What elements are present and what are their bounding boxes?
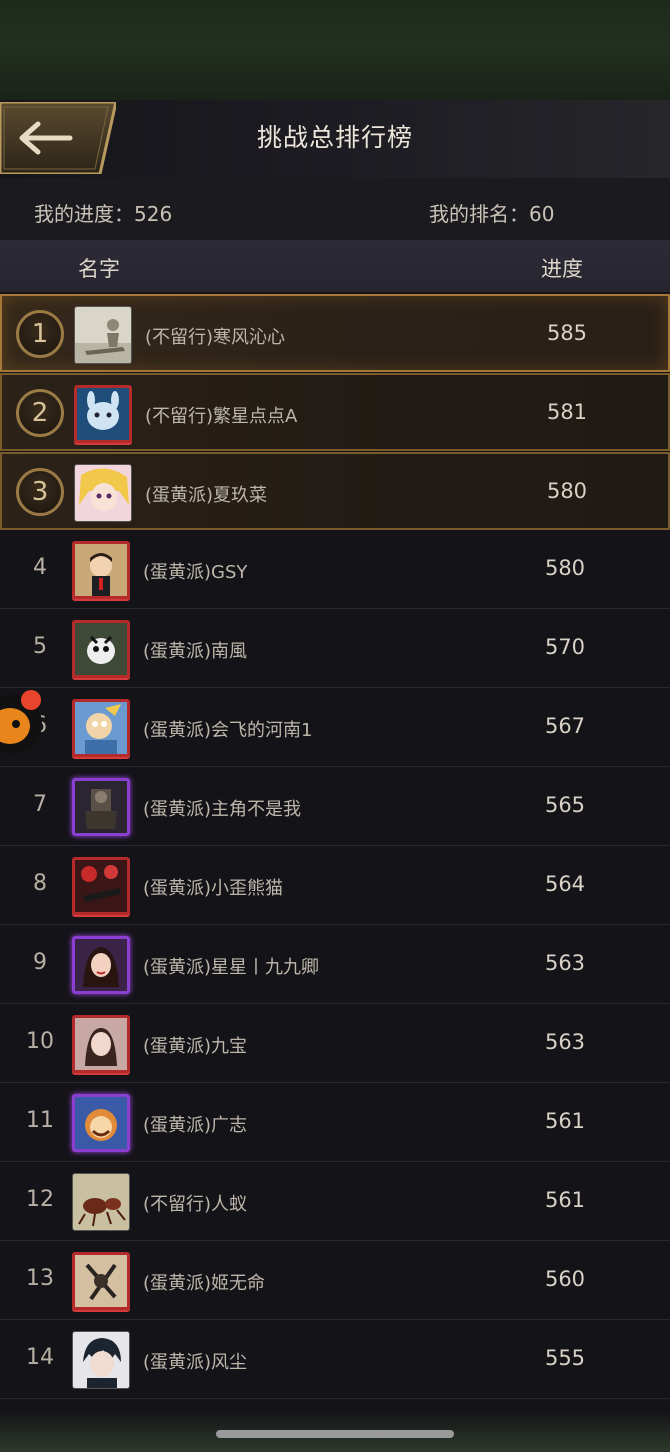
avatar (72, 1015, 130, 1073)
rank-number: 11 (26, 1108, 54, 1133)
player-name: (蛋黄派)广志 (143, 1115, 248, 1136)
rank-number: 12 (26, 1187, 54, 1212)
player-score: 580 (546, 479, 588, 503)
table-row[interactable]: 7 (蛋黄派)主角不是我 565 (0, 768, 670, 846)
rank-number: 13 (26, 1266, 54, 1291)
player-name: (蛋黄派)南風 (143, 641, 248, 662)
floating-assistant-icon (0, 690, 42, 754)
avatar (72, 1331, 130, 1389)
player-name: (不留行)寒风沁心 (145, 327, 286, 348)
rank-number: 9 (33, 950, 47, 975)
rank-number: 4 (33, 555, 47, 580)
player-name: (不留行)繁星点点A (145, 406, 298, 427)
player-score: 561 (544, 1109, 586, 1133)
column-header: 名字 进度 (0, 240, 670, 292)
rank-number: 5 (33, 634, 47, 659)
rank-number: 10 (26, 1029, 54, 1054)
player-score: 570 (544, 635, 586, 659)
rank-number: 7 (33, 792, 47, 817)
avatar (72, 857, 130, 915)
player-score: 560 (544, 1267, 586, 1291)
table-row[interactable]: 10 (蛋黄派)九宝 563 (0, 1005, 670, 1083)
table-row[interactable]: 14 (蛋黄派)风尘 555 (0, 1321, 670, 1399)
table-row[interactable]: 2 (不留行)繁星点点A 581 (0, 373, 670, 451)
rank-medal: 3 (16, 468, 64, 516)
rank-medal: 2 (16, 389, 64, 437)
page-title: 挑战总排行榜 (256, 123, 413, 152)
table-row[interactable]: 6 (蛋黄派)会飞的河南1 567 (0, 689, 670, 767)
top-background (0, 0, 670, 100)
player-score: 555 (544, 1346, 586, 1370)
player-score: 580 (544, 556, 586, 580)
avatar (72, 936, 130, 994)
my-rank-label: 我的排名： (429, 202, 529, 226)
floating-assistant-button[interactable] (0, 686, 52, 762)
player-score: 563 (544, 951, 586, 975)
player-name: (蛋黄派)主角不是我 (143, 799, 302, 820)
player-name: (蛋黄派)会飞的河南1 (143, 720, 313, 741)
player-score: 567 (544, 714, 586, 738)
player-score: 564 (544, 872, 586, 896)
player-score: 581 (546, 400, 588, 424)
rank-medal: 1 (16, 310, 64, 358)
table-row[interactable]: 13 (蛋黄派)姬无命 560 (0, 1242, 670, 1320)
player-name: (蛋黄派)姬无命 (143, 1273, 266, 1294)
table-row[interactable]: 4 (蛋黄派)GSY 580 (0, 531, 670, 609)
my-rank-value: 60 (529, 202, 555, 226)
player-name: (蛋黄派)GSY (143, 562, 248, 583)
table-row[interactable]: 8 (蛋黄派)小歪熊猫 564 (0, 847, 670, 925)
avatar (72, 1173, 130, 1231)
avatar (74, 306, 132, 364)
player-name: (蛋黄派)夏玖菜 (145, 485, 268, 506)
avatar (72, 541, 130, 599)
table-row[interactable]: 11 (蛋黄派)广志 561 (0, 1084, 670, 1162)
avatar (74, 464, 132, 522)
table-row[interactable]: 9 (蛋黄派)星星丨九九卿 563 (0, 926, 670, 1004)
table-row[interactable]: 1 (不留行)寒风沁心 585 (0, 294, 670, 372)
table-row[interactable]: 12 (不留行)人蚁 561 (0, 1163, 670, 1241)
column-name-header: 名字 (78, 257, 120, 281)
my-progress-value: 526 (134, 202, 173, 226)
avatar (72, 620, 130, 678)
my-progress: 我的进度：526 (34, 198, 172, 227)
player-score: 585 (546, 321, 588, 345)
avatar (72, 1094, 130, 1152)
my-stats-bar: 我的进度：526 我的排名：60 (0, 178, 670, 240)
rank-number: 14 (26, 1345, 54, 1370)
home-indicator[interactable] (216, 1430, 454, 1438)
table-row[interactable]: 3 (蛋黄派)夏玖菜 580 (0, 452, 670, 530)
player-name: (不留行)人蚁 (143, 1194, 248, 1215)
my-progress-label: 我的进度： (34, 202, 134, 226)
avatar (74, 385, 132, 443)
player-name: (蛋黄派)九宝 (143, 1036, 248, 1057)
avatar (72, 1252, 130, 1310)
avatar (72, 778, 130, 836)
my-rank: 我的排名：60 (429, 198, 554, 227)
rank-number: 8 (33, 871, 47, 896)
avatar (72, 699, 130, 757)
player-name: (蛋黄派)风尘 (143, 1352, 248, 1373)
table-row[interactable]: 5 (蛋黄派)南風 570 (0, 610, 670, 688)
player-name: (蛋黄派)小歪熊猫 (143, 878, 284, 899)
player-score: 561 (544, 1188, 586, 1212)
player-score: 565 (544, 793, 586, 817)
player-score: 563 (544, 1030, 586, 1054)
column-progress-header: 进度 (541, 257, 583, 281)
player-name: (蛋黄派)星星丨九九卿 (143, 957, 320, 978)
